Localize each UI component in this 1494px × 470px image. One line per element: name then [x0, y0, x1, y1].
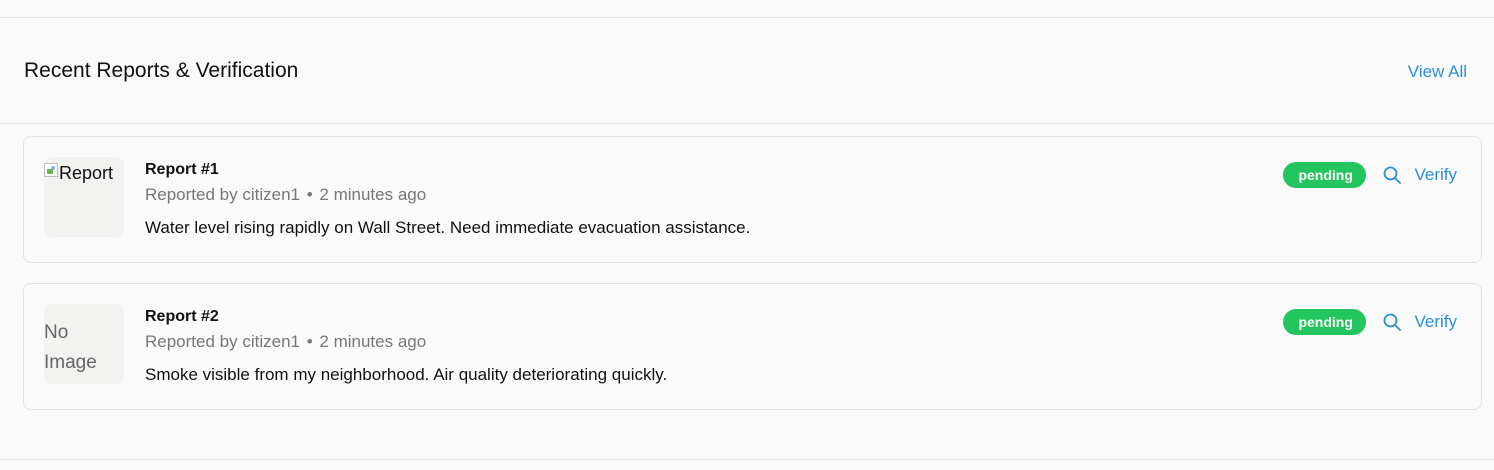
- report-actions: pending Verify: [1283, 161, 1457, 189]
- report-title: Report #2: [145, 308, 219, 325]
- panel-title: Recent Reports & Verification: [24, 59, 299, 82]
- report-body: Report #2 Reported by citizen1 • 2 minut…: [145, 307, 667, 385]
- report-card: No Image Report #2 Reported by citizen1 …: [23, 283, 1482, 410]
- no-image-placeholder: No Image: [44, 322, 97, 373]
- verify-button[interactable]: Verify: [1414, 165, 1457, 185]
- panel-header: Recent Reports & Verification View All: [0, 18, 1494, 124]
- broken-image-icon: [44, 162, 58, 177]
- view-all-link[interactable]: View All: [1408, 62, 1467, 82]
- broken-image: Report: [44, 162, 114, 184]
- report-description: Water level rising rapidly on Wall Stree…: [145, 218, 751, 237]
- report-time: 2 minutes ago: [319, 185, 427, 204]
- report-description: Smoke visible from my neighborhood. Air …: [145, 365, 668, 384]
- image-alt-text: Report: [59, 163, 114, 183]
- report-meta: Reported by citizen1 • 2 minutes ago: [145, 185, 750, 205]
- search-icon[interactable]: [1381, 311, 1403, 333]
- report-time: 2 minutes ago: [319, 332, 427, 351]
- status-badge: pending: [1283, 162, 1367, 188]
- report-actions: pending Verify: [1283, 308, 1457, 336]
- search-icon[interactable]: [1381, 164, 1403, 186]
- report-list: Report Report #1 Reported by citizen1 • …: [23, 136, 1482, 430]
- verify-button[interactable]: Verify: [1414, 312, 1457, 332]
- report-meta: Reported by citizen1 • 2 minutes ago: [145, 332, 667, 352]
- status-badge: pending: [1283, 309, 1367, 335]
- reported-by: Reported by citizen1: [145, 185, 300, 204]
- reported-by: Reported by citizen1: [145, 332, 300, 351]
- meta-separator: •: [306, 185, 313, 204]
- report-body: Report #1 Reported by citizen1 • 2 minut…: [145, 160, 750, 238]
- report-card: Report Report #1 Reported by citizen1 • …: [23, 136, 1482, 263]
- meta-separator: •: [306, 332, 313, 351]
- report-thumbnail: No Image: [44, 304, 124, 384]
- report-title: Report #1: [145, 161, 219, 178]
- report-thumbnail[interactable]: Report: [44, 157, 124, 237]
